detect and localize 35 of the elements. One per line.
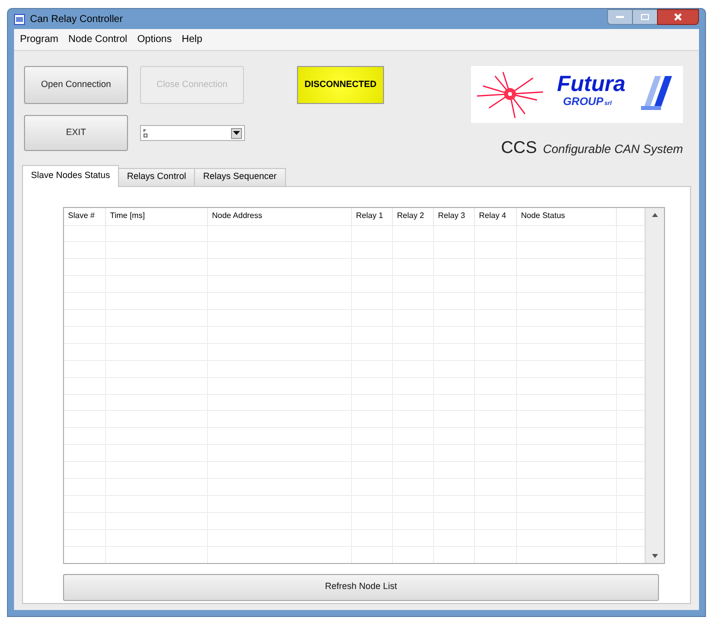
exit-button[interactable]: EXIT (24, 115, 128, 151)
menu-item[interactable]: Node Control (68, 32, 128, 47)
system-acronym: CCS (501, 137, 537, 159)
scrollbar[interactable] (645, 208, 664, 562)
tab[interactable]: Slave Nodes Status (22, 164, 120, 186)
system-subtitle: Configurable CAN System (542, 141, 683, 158)
minimize-button[interactable] (607, 9, 633, 25)
column-header: Node Status (517, 208, 617, 224)
column-header: Node Address (208, 208, 352, 224)
menu-item[interactable]: Program (20, 32, 58, 47)
menu-item[interactable]: Options (137, 32, 172, 47)
open-connection-button[interactable]: Open Connection (24, 66, 128, 104)
menu-item[interactable]: Help (182, 32, 202, 47)
dropdown-field[interactable] (140, 125, 245, 141)
column-header: Relay 1 (352, 208, 393, 224)
status-indicator: DISCONNECTED (297, 66, 384, 104)
logo-group-text: GROUP (563, 96, 604, 108)
tab[interactable]: Relays Sequencer (194, 168, 286, 186)
close-icon[interactable] (674, 13, 682, 21)
column-header: Time [ms] (106, 208, 208, 224)
stripes-icon (641, 76, 675, 110)
maximize-button[interactable] (633, 9, 657, 25)
scroll-up-icon[interactable] (652, 212, 658, 216)
column-header: Relay 2 (393, 208, 434, 224)
column-header: Relay 4 (475, 208, 517, 224)
tab[interactable]: Relays Control (118, 168, 196, 186)
column-header: Relay 3 (434, 208, 475, 224)
scroll-down-icon[interactable] (652, 554, 658, 558)
radix-icon (143, 128, 148, 138)
app-icon (14, 14, 25, 24)
logo-wordmark: Futura (557, 72, 626, 96)
close-button[interactable] (657, 9, 699, 25)
column-header: Slave # (64, 208, 106, 224)
refresh-button[interactable]: Refresh Node List (63, 574, 659, 600)
window-title: Can Relay Controller (30, 12, 123, 26)
